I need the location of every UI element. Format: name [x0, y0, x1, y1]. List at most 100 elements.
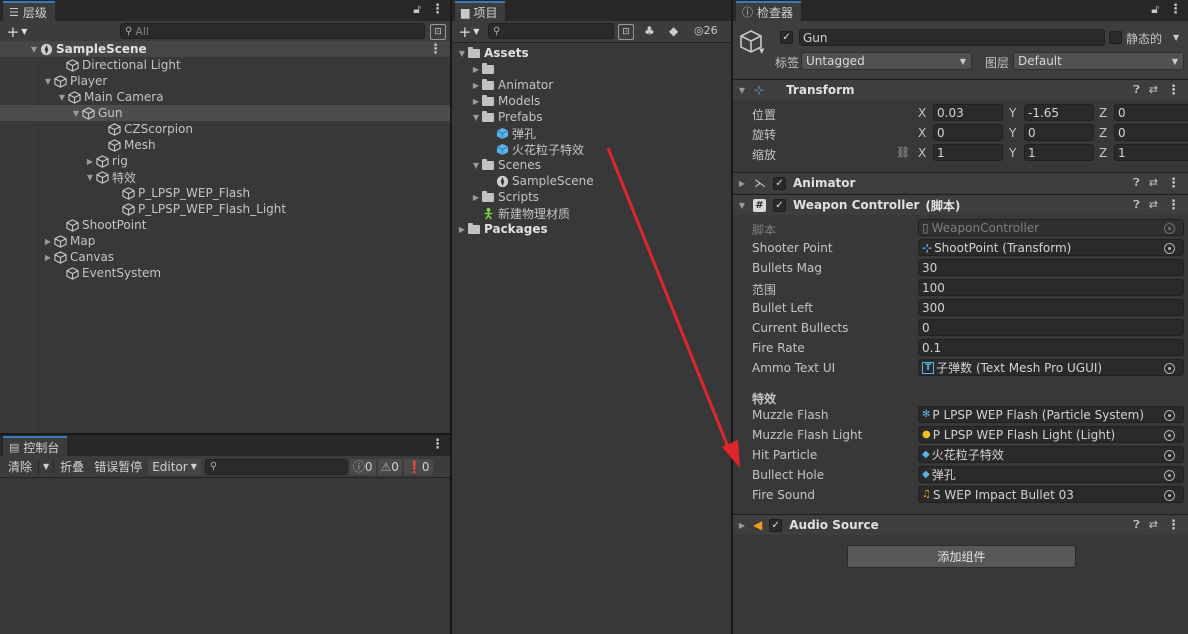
foldout-collapsed-icon[interactable]: ▶	[42, 253, 54, 262]
foldout-collapsed-icon[interactable]: ▶	[736, 179, 748, 188]
warning-count-toggle[interactable]: ⚠ 0	[377, 458, 402, 475]
transform-header[interactable]: ▼ ⊹ Transform ❓︎ ⇄ ⋮	[733, 79, 1188, 100]
error-count-toggle[interactable]: ❗ 0	[403, 458, 433, 475]
foldout-collapsed-icon[interactable]: ▶	[84, 157, 96, 166]
object-picker-icon[interactable]	[1164, 410, 1175, 421]
position-y-field[interactable]: -1.65	[1024, 104, 1094, 121]
scene-root[interactable]: ▼ SampleScene ⋮	[0, 41, 450, 57]
static-checkbox[interactable]	[1109, 31, 1122, 44]
rotation-x-field[interactable]: 0	[933, 124, 1003, 141]
collapse-button[interactable]: 折叠	[56, 459, 88, 475]
hierarchy-item[interactable]: ▶ rig	[0, 153, 450, 169]
foldout-expanded-icon[interactable]: ▼	[28, 45, 40, 54]
fx-field-value[interactable]: ● P LPSP WEP Flash Light (Light)	[918, 426, 1184, 443]
kebab-menu-icon[interactable]: ⋮	[1167, 83, 1180, 98]
axis-x-label[interactable]: X	[918, 126, 926, 140]
scale-z-field[interactable]: 1	[1114, 144, 1188, 161]
object-name-field[interactable]: Gun	[799, 29, 1105, 46]
foldout-collapsed-icon[interactable]: ▶	[456, 225, 468, 234]
weapon-controller-header[interactable]: ▼ # ✓ Weapon Controller (脚本) ❓︎ ⇄ ⋮	[733, 194, 1188, 215]
clear-options-dropdown[interactable]: ▼	[38, 458, 55, 475]
axis-y-label[interactable]: Y	[1009, 126, 1016, 140]
axis-x-label[interactable]: X	[918, 146, 926, 160]
project-item[interactable]: ▶ Packages	[452, 221, 731, 237]
foldout-expanded-icon[interactable]: ▼	[56, 93, 68, 102]
foldout-collapsed-icon[interactable]: ▶	[470, 97, 482, 106]
kebab-menu-icon[interactable]: ⋮	[431, 2, 444, 17]
weapon-field-value[interactable]: T 子弹数 (Text Mesh Pro UGUI)	[918, 359, 1184, 376]
foldout-expanded-icon[interactable]: ▼	[456, 49, 468, 58]
object-picker-icon[interactable]	[1164, 243, 1175, 254]
kebab-menu-icon[interactable]: ⋮	[431, 437, 444, 452]
error-pause-button[interactable]: 错误暂停	[90, 459, 146, 475]
log-count-toggle[interactable]: ⓘ 0	[349, 458, 376, 475]
weapon-field-value[interactable]: 300	[918, 299, 1184, 316]
hierarchy-item[interactable]: CZScorpion	[0, 121, 450, 137]
object-picker-icon[interactable]	[1164, 363, 1175, 374]
add-component-button[interactable]: 添加组件	[847, 545, 1076, 568]
fx-field-value[interactable]: ♫ S WEP Impact Bullet 03	[918, 486, 1184, 503]
object-picker-icon[interactable]	[1164, 470, 1175, 481]
active-checkbox[interactable]: ✓	[780, 31, 793, 44]
foldout-expanded-icon[interactable]: ▼	[470, 113, 482, 122]
weapon-field-value[interactable]: 30	[918, 259, 1184, 276]
weapon-enabled-checkbox[interactable]: ✓	[773, 198, 786, 212]
constrain-proportions-icon[interactable]: ⛓︎	[896, 146, 910, 159]
project-item[interactable]: ▶ Animator	[452, 77, 731, 93]
lock-icon[interactable]: 🔓︎	[1151, 2, 1159, 17]
position-x-field[interactable]: 0.03	[933, 104, 1003, 121]
lock-icon[interactable]: 🔓︎	[413, 2, 421, 17]
hierarchy-item[interactable]: ▶ Map	[0, 233, 450, 249]
presets-icon[interactable]: ⇄	[1149, 176, 1158, 191]
clear-button[interactable]: 清除	[4, 459, 36, 475]
tag-dropdown[interactable]: Untagged ▼	[801, 52, 972, 70]
fx-field-value[interactable]: ◆ 弹孔	[918, 466, 1184, 483]
kebab-menu-icon[interactable]: ⋮	[1167, 198, 1180, 213]
hierarchy-item[interactable]: Directional Light	[0, 57, 450, 73]
project-item[interactable]: ▶ Scripts	[452, 189, 731, 205]
audio-source-header[interactable]: ▶ ◀ ✓ Audio Source ❓︎ ⇄ ⋮	[733, 514, 1188, 535]
help-icon[interactable]: ❓︎	[1133, 518, 1140, 533]
project-item[interactable]: SampleScene	[452, 173, 731, 189]
scale-x-field[interactable]: 1	[933, 144, 1003, 161]
layer-dropdown[interactable]: Default ▼	[1013, 52, 1184, 70]
axis-x-label[interactable]: X	[918, 106, 926, 120]
hidden-packages-icon[interactable]: ◎26	[694, 24, 718, 37]
presets-icon[interactable]: ⇄	[1149, 198, 1158, 213]
axis-y-label[interactable]: Y	[1009, 146, 1016, 160]
position-z-field[interactable]: 0	[1114, 104, 1188, 121]
project-item[interactable]: ▶ Models	[452, 93, 731, 109]
create-asset-button[interactable]: + ▼	[452, 23, 486, 41]
hierarchy-item[interactable]: Mesh	[0, 137, 450, 153]
project-item[interactable]: ▶	[452, 61, 731, 77]
editor-dropdown[interactable]: Editor ▼	[148, 458, 201, 475]
presets-icon[interactable]: ⇄	[1149, 83, 1158, 98]
hierarchy-item[interactable]: ▼ Gun	[0, 105, 450, 121]
rotation-y-field[interactable]: 0	[1024, 124, 1094, 141]
hierarchy-item[interactable]: ▼ 特效	[0, 169, 450, 185]
animator-header[interactable]: ▶ ⋋ ✓ Animator ❓︎ ⇄ ⋮	[733, 172, 1188, 193]
help-icon[interactable]: ❓︎	[1133, 198, 1140, 213]
project-item[interactable]: ▼ Prefabs	[452, 109, 731, 125]
axis-z-label[interactable]: Z	[1099, 126, 1107, 140]
foldout-collapsed-icon[interactable]: ▶	[42, 237, 54, 246]
console-search-input[interactable]: ⚲	[204, 458, 348, 475]
foldout-collapsed-icon[interactable]: ▶	[470, 65, 482, 74]
foldout-collapsed-icon[interactable]: ▶	[736, 521, 748, 530]
tab-inspector[interactable]: ⓘ 检查器	[736, 1, 802, 21]
kebab-menu-icon[interactable]: ⋮	[1167, 176, 1180, 191]
hierarchy-item[interactable]: ▶ Canvas	[0, 249, 450, 265]
project-item[interactable]: 火花粒子特效	[452, 141, 731, 157]
foldout-collapsed-icon[interactable]: ▶	[470, 81, 482, 90]
foldout-expanded-icon[interactable]: ▼	[42, 77, 54, 86]
help-icon[interactable]: ❓︎	[1133, 83, 1140, 98]
project-item[interactable]: ▼ Scenes	[452, 157, 731, 173]
filter-by-label-icon[interactable]: ◆	[669, 24, 678, 38]
scale-y-field[interactable]: 1	[1024, 144, 1094, 161]
create-button[interactable]: + ▼	[0, 23, 34, 41]
foldout-expanded-icon[interactable]: ▼	[736, 86, 748, 95]
project-item[interactable]: ▼ Assets	[452, 45, 731, 61]
rotation-z-field[interactable]: 0	[1114, 124, 1188, 141]
hierarchy-item[interactable]: P_LPSP_WEP_Flash_Light	[0, 201, 450, 217]
search-filter-icon[interactable]: ⊡	[618, 24, 634, 40]
